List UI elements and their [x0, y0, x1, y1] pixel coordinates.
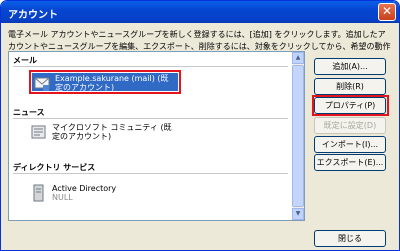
group-header-mail: メール — [13, 56, 37, 65]
title-bar[interactable]: アカウント ✕ — [1, 1, 399, 23]
account-item-directory[interactable]: Active Directory NULL — [31, 184, 172, 202]
window-title: アカウント — [8, 10, 58, 21]
add-button[interactable]: 追加(A)... — [314, 58, 386, 75]
vertical-scrollbar[interactable]: ▲ ▼ — [292, 52, 304, 220]
group-divider — [13, 173, 288, 174]
account-sub-label: NULL — [52, 193, 73, 202]
remove-button[interactable]: 削除(R) — [314, 78, 386, 95]
mail-account-icon — [34, 77, 50, 91]
account-label-mail: Example.sakurane (mail) (既定のアカウント) — [55, 74, 169, 92]
news-account-icon — [31, 125, 46, 139]
scroll-down-icon[interactable]: ▼ — [292, 208, 304, 220]
scroll-up-icon[interactable]: ▲ — [292, 52, 304, 64]
account-list[interactable]: メール Example.sakurane (mail) (既定のアカウント) ニ… — [8, 51, 305, 221]
account-label-directory: Active Directory — [52, 184, 117, 193]
import-button[interactable]: インポート(I)... — [314, 136, 386, 153]
close-button[interactable]: 閉じる — [314, 230, 386, 247]
close-window-button[interactable]: ✕ — [378, 3, 396, 21]
export-button[interactable]: エクスポート(E)... — [314, 154, 386, 171]
accounts-dialog: アカウント ✕ 電子メール アカウントやニュースグループを新しく登録するには、[… — [0, 0, 400, 251]
account-item-news[interactable]: マイクロソフト コミュニティ (既定のアカウント) — [31, 123, 172, 141]
account-label-news: マイクロソフト コミュニティ (既定のアカウント) — [52, 123, 172, 141]
set-default-button[interactable]: 既定に設定(D) — [314, 117, 386, 134]
scroll-thumb[interactable] — [292, 65, 304, 207]
group-divider — [13, 118, 288, 119]
group-header-news: ニュース — [13, 108, 45, 117]
account-item-mail[interactable]: Example.sakurane (mail) (既定のアカウント) — [29, 70, 181, 94]
directory-server-icon — [33, 184, 44, 202]
group-header-directory: ディレクトリ サービス — [13, 163, 96, 172]
properties-button[interactable]: プロパティ(P) — [314, 97, 386, 114]
group-divider — [13, 66, 288, 67]
